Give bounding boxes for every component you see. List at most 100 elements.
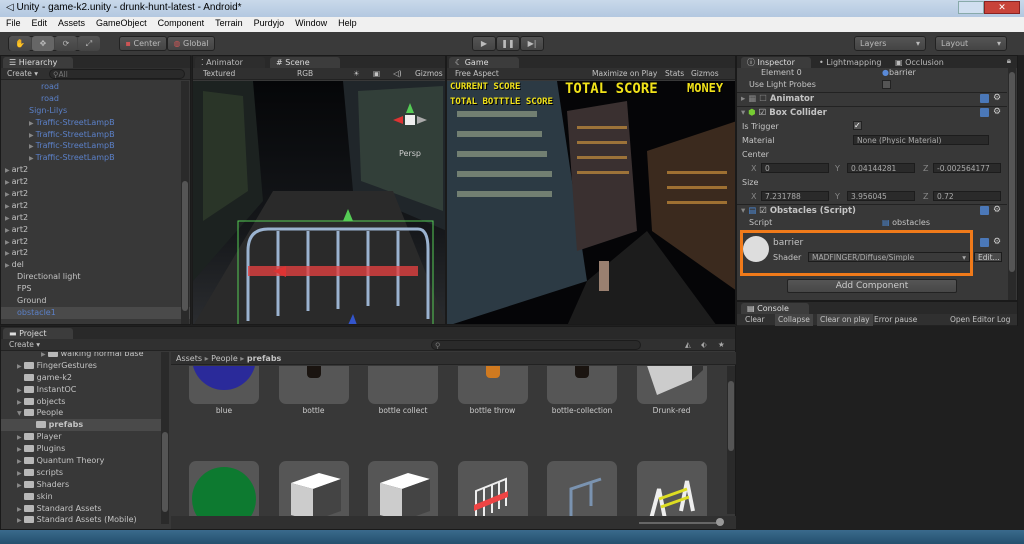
menu-help[interactable]: Help	[338, 18, 357, 31]
expand-arrow-icon[interactable]: ▼	[17, 410, 22, 417]
hierarchy-item[interactable]: ▶ art2	[1, 164, 190, 176]
expand-arrow-icon[interactable]: ▶	[5, 167, 10, 174]
hierarchy-item[interactable]: ▶ Traffic-StreetLampB	[1, 140, 190, 152]
animator-component-header[interactable]: ▸ ▦ ☐ Animator	[737, 92, 1007, 105]
scene-viewport[interactable]: Persp	[193, 81, 445, 324]
close-button[interactable]: ✕	[984, 1, 1020, 14]
game-viewport[interactable]: CURRENT SCORE TOTAL BOTTTLE SCORE TOTAL …	[447, 81, 735, 324]
expand-arrow-icon[interactable]: ▶	[17, 363, 22, 370]
tab-hierarchy[interactable]: ☰ Hierarchy	[3, 57, 73, 68]
hierarchy-item[interactable]: ▶ art2	[1, 247, 190, 259]
console-clear-button[interactable]: Clear	[745, 314, 765, 326]
move-tool-icon[interactable]: ✥	[32, 36, 54, 51]
hierarchy-item[interactable]: ▶ art2	[1, 200, 190, 212]
menu-gameobject[interactable]: GameObject	[96, 18, 147, 31]
expand-arrow-icon[interactable]: ▶	[17, 517, 22, 524]
expand-arrow-icon[interactable]: ▶	[5, 262, 10, 269]
console-error-pause-toggle[interactable]: Error pause	[874, 314, 917, 326]
expand-arrow-icon[interactable]: ▶	[17, 446, 22, 453]
menu-component[interactable]: Component	[158, 18, 205, 31]
menu-window[interactable]: Window	[295, 18, 327, 31]
favorite-star-icon[interactable]: ★	[718, 339, 725, 351]
hierarchy-item[interactable]: ▶ Traffic-StreetLampB	[1, 117, 190, 129]
project-folder[interactable]: ▶ Standard Assets	[1, 503, 163, 515]
project-folder[interactable]: ▶ FingerGestures	[1, 360, 163, 372]
gear-icon[interactable]: ⚙	[993, 107, 1001, 117]
project-folder[interactable]: ▶prefabs	[1, 419, 163, 432]
expand-arrow-icon[interactable]: ▶	[29, 155, 34, 162]
project-folder[interactable]: ▶ objects	[1, 396, 163, 408]
expand-arrow-icon[interactable]: ▶	[5, 179, 10, 186]
gear-icon[interactable]: ⚙	[993, 93, 1001, 103]
expand-arrow-icon[interactable]: ▶	[17, 470, 22, 477]
expand-arrow-icon[interactable]: ▶	[41, 352, 46, 358]
tab-lightmapping[interactable]: • Lightmapping	[813, 57, 885, 68]
lock-icon[interactable]: 🔒︎	[1007, 56, 1011, 66]
hierarchy-item[interactable]: ▶ art2	[1, 212, 190, 224]
box-collider-header[interactable]: ▾ ⬢ ☑ Box Collider	[737, 106, 1007, 119]
asset-item[interactable]: Drunk-red	[619, 366, 709, 420]
asset-item[interactable]: green	[171, 461, 261, 516]
hand-tool-icon[interactable]: ✋	[9, 36, 31, 51]
hierarchy-scrollbar[interactable]	[181, 81, 189, 324]
maximize-on-play-toggle[interactable]: Maximize on Play	[592, 68, 657, 80]
help-icon[interactable]	[980, 206, 989, 215]
audio-toggle-icon[interactable]: ◁)	[393, 68, 402, 80]
hierarchy-search-input[interactable]: ⚲All	[49, 69, 185, 79]
project-search-input[interactable]: ⚲	[431, 340, 641, 350]
tab-console[interactable]: ▤ Console	[741, 303, 809, 314]
asset-item[interactable]: obstacle1	[440, 461, 530, 516]
project-folder[interactable]: ▶ Plugins	[1, 443, 163, 455]
help-icon[interactable]	[980, 238, 989, 247]
aspect-dropdown[interactable]: Free Aspect	[455, 68, 499, 80]
thumbnail-size-slider-handle[interactable]	[716, 518, 724, 526]
asset-grid-scrollbar[interactable]	[727, 366, 735, 514]
script-field[interactable]: ▤ obstacles	[882, 218, 930, 227]
obstacles-script-header[interactable]: ▾ ▤ ☑ Obstacles (Script)	[737, 204, 1007, 217]
project-folder[interactable]: ▶ Standard Assets (Mobile)	[1, 514, 163, 526]
element0-field[interactable]: ●barrier	[882, 68, 916, 77]
breadcrumb-item[interactable]: Assets	[176, 354, 202, 363]
expand-arrow-icon[interactable]: ▶	[17, 458, 22, 465]
thumbnail-size-slider[interactable]	[639, 522, 719, 524]
project-folder[interactable]: ▶ Quantum Theory	[1, 455, 163, 467]
tab-animator[interactable]: ⁚ Animator	[195, 57, 265, 68]
console-clear-on-play-toggle[interactable]: Clear on play	[817, 314, 873, 326]
filter-by-label-icon[interactable]: ⬖	[701, 339, 707, 351]
shader-edit-button[interactable]: Edit...	[974, 252, 1002, 262]
expand-arrow-icon[interactable]: ▶	[29, 120, 34, 127]
expand-arrow-icon[interactable]: ▶	[17, 482, 22, 489]
shader-dropdown[interactable]: MADFINGER/Diffuse/Simple ▾	[808, 252, 970, 262]
project-folder[interactable]: ▶skin	[1, 491, 163, 503]
tab-project[interactable]: ▬ Project	[3, 328, 73, 339]
menu-assets[interactable]: Assets	[58, 18, 85, 31]
breadcrumb-item[interactable]: prefabs	[247, 354, 281, 363]
gear-icon[interactable]: ⚙	[993, 237, 1001, 247]
is-trigger-checkbox[interactable]: ✓	[853, 121, 862, 130]
help-icon[interactable]	[980, 108, 989, 117]
scene-gizmos-dropdown[interactable]: Gizmos	[415, 68, 443, 80]
expand-arrow-icon[interactable]: ▶	[5, 191, 10, 198]
expand-arrow-icon[interactable]: ▶	[17, 434, 22, 441]
asset-item[interactable]: normal-blue	[261, 461, 351, 516]
folder-tree-scrollbar[interactable]	[161, 352, 169, 524]
menu-terrain[interactable]: Terrain	[215, 18, 243, 31]
asset-item[interactable]: blue	[171, 366, 261, 420]
project-folder[interactable]: ▶ InstantOC	[1, 384, 163, 396]
asset-item[interactable]: bottle collect	[350, 366, 440, 420]
size-z-field[interactable]: 0.72	[933, 191, 1001, 201]
hierarchy-item[interactable]: FPS	[1, 283, 190, 295]
tab-game[interactable]: ☾ Game	[449, 57, 519, 68]
project-folder[interactable]: ▶ scripts	[1, 467, 163, 479]
asset-item[interactable]: bottle	[261, 366, 351, 420]
play-button[interactable]: ▶	[472, 36, 496, 51]
hierarchy-item[interactable]: ▶ art2	[1, 236, 190, 248]
color-mode-dropdown[interactable]: RGB	[297, 68, 313, 80]
layers-dropdown[interactable]: Layers ▾	[854, 36, 926, 51]
hierarchy-item[interactable]: ▶ Traffic-StreetLampB	[1, 152, 190, 164]
expand-arrow-icon[interactable]: ▶	[5, 203, 10, 210]
project-folder[interactable]: ▼ People	[1, 407, 163, 419]
center-x-field[interactable]: 0	[761, 163, 829, 173]
hierarchy-item[interactable]: road	[1, 93, 190, 105]
center-y-field[interactable]: 0.04144281	[847, 163, 915, 173]
